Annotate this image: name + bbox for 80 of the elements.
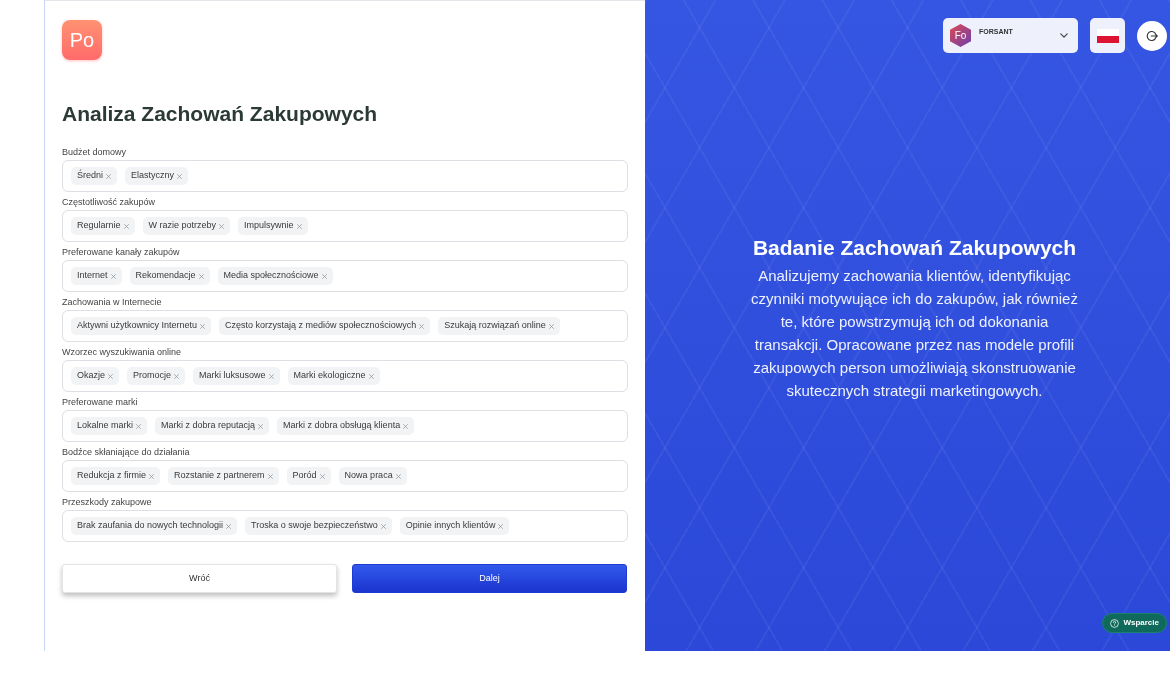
app-logo: Po — [62, 20, 102, 60]
remove-icon[interactable] — [380, 523, 386, 529]
remove-icon[interactable] — [419, 323, 425, 329]
tag-input-field[interactable]: Brak zaufania do nowych technologii Troska o swoje bezpieczeństwo Opinie innych klientów — [62, 510, 628, 542]
field-label: Zachowania w Internecie — [62, 296, 163, 308]
remove-icon[interactable] — [368, 373, 374, 379]
remove-icon[interactable] — [319, 473, 325, 479]
language-button[interactable] — [1090, 18, 1125, 53]
tag-input-field[interactable]: Regularnie W razie potrzeby Impulsywnie — [62, 210, 628, 242]
question-icon — [1110, 618, 1120, 628]
tag-label: Elastyczny — [131, 169, 175, 183]
remove-icon[interactable] — [548, 323, 554, 329]
back-button[interactable]: Wróć — [62, 564, 337, 593]
field-label: Przeszkody zakupowe — [62, 496, 153, 508]
remove-icon[interactable] — [110, 273, 116, 279]
logout-icon — [1146, 29, 1158, 42]
tag-input-field[interactable]: Okazje Promocje Marki luksusowe Marki ekologiczne — [62, 360, 628, 392]
tag-label: Marki ekologiczne — [293, 369, 366, 383]
remove-icon[interactable] — [321, 273, 327, 279]
tag-label: Media społecznościowe — [223, 269, 319, 283]
tag-input-field[interactable]: Średni Elastyczny — [62, 160, 628, 192]
field-label: Preferowane marki — [62, 396, 139, 408]
company-logo: Fo — [950, 24, 971, 47]
remove-icon[interactable] — [136, 423, 142, 429]
remove-icon[interactable] — [149, 473, 155, 479]
remove-icon[interactable] — [198, 273, 204, 279]
field-label: Częstotliwość zakupów — [62, 196, 157, 208]
info-title: Badanie Zachowań Zakupowych — [752, 235, 1077, 261]
tag-label: Promocje — [133, 369, 172, 383]
tag-label: Poród — [292, 469, 317, 483]
tag-label: Internet — [77, 269, 108, 283]
tag-input-field[interactable]: Aktywni użytkownicy Internetu Często korzystają z mediów społecznościowych Szukają rozwiązań online — [62, 310, 628, 342]
remove-icon[interactable] — [123, 223, 129, 229]
chevron-down-icon — [1060, 33, 1068, 38]
remove-icon[interactable] — [174, 373, 180, 379]
tag-label: Lokalne marki — [77, 419, 134, 433]
remove-icon[interactable] — [403, 423, 409, 429]
tag-label: Redukcja z firmie — [77, 469, 147, 483]
remove-icon[interactable] — [258, 423, 264, 429]
remove-icon[interactable] — [106, 173, 111, 179]
logout-button[interactable] — [1137, 20, 1167, 51]
tag-input-field[interactable]: Internet Rekomendacje Media społecznościowe — [62, 260, 628, 292]
field-label: Preferowane kanały zakupów — [62, 246, 181, 258]
form-title: Analiza Zachowań Zakupowych — [62, 101, 379, 127]
field-label: Bodźce skłaniające do działania — [62, 446, 191, 458]
tag-label: Aktywni użytkownicy Internetu — [77, 319, 198, 333]
tag-label: Impulsywnie — [244, 219, 294, 233]
tag-label: W razie potrzeby — [148, 219, 217, 233]
tag-label: Nowa praca — [344, 469, 393, 483]
next-button[interactable]: Dalej — [352, 564, 627, 593]
support-button[interactable]: Wsparcie — [1102, 613, 1167, 633]
tag-input-field[interactable]: Redukcja z firmie Rozstanie z partnerem Poród Nowa praca — [62, 460, 628, 492]
tag-label: Marki z dobra obsługą klienta — [283, 419, 401, 433]
remove-icon[interactable] — [200, 323, 206, 329]
info-text: Analizujemy zachowania klientów, identyfikując czynniki motywujące ich do zakupów, jak również te, które powstrzymują ich od dokonania transakcji. Opracowane przez nas modele profili zakupowych person umożliwiają skonstruowanie skutecznych strategii marketingowych. — [750, 266, 1079, 401]
tag-label: Rekomendacje — [135, 269, 196, 283]
tag-label: Często korzystają z mediów społecznościowych — [225, 319, 417, 333]
remove-icon[interactable] — [395, 473, 401, 479]
field-label: Budżet domowy — [62, 146, 128, 158]
tag-label: Marki z dobra reputacją — [161, 419, 256, 433]
tag-label: Okazje — [77, 369, 105, 383]
tag-label: Średni — [77, 169, 103, 183]
remove-icon[interactable] — [267, 473, 273, 479]
remove-icon[interactable] — [498, 523, 504, 529]
field-label: Wzorzec wyszukiwania online — [62, 346, 183, 358]
tag-label: Regularnie — [77, 219, 121, 233]
tag-label: Brak zaufania do nowych technologii — [77, 519, 224, 533]
tag-label: Marki luksusowe — [199, 369, 266, 383]
tag-input-field[interactable]: Lokalne marki Marki z dobra reputacją Marki z dobra obsługą klienta — [62, 410, 628, 442]
remove-icon[interactable] — [226, 523, 232, 529]
tag-label: Szukają rozwiązań online — [444, 319, 546, 333]
tag-label: Troska o swoje bezpieczeństwo — [251, 519, 378, 533]
remove-icon[interactable] — [296, 223, 302, 229]
tag-label: Rozstanie z partnerem — [174, 469, 265, 483]
remove-icon[interactable] — [219, 223, 225, 229]
remove-icon[interactable] — [177, 173, 183, 179]
remove-icon[interactable] — [268, 373, 274, 379]
tag-label: Opinie innych klientów — [405, 519, 496, 533]
flag-icon — [1096, 28, 1119, 43]
remove-icon[interactable] — [108, 373, 113, 379]
